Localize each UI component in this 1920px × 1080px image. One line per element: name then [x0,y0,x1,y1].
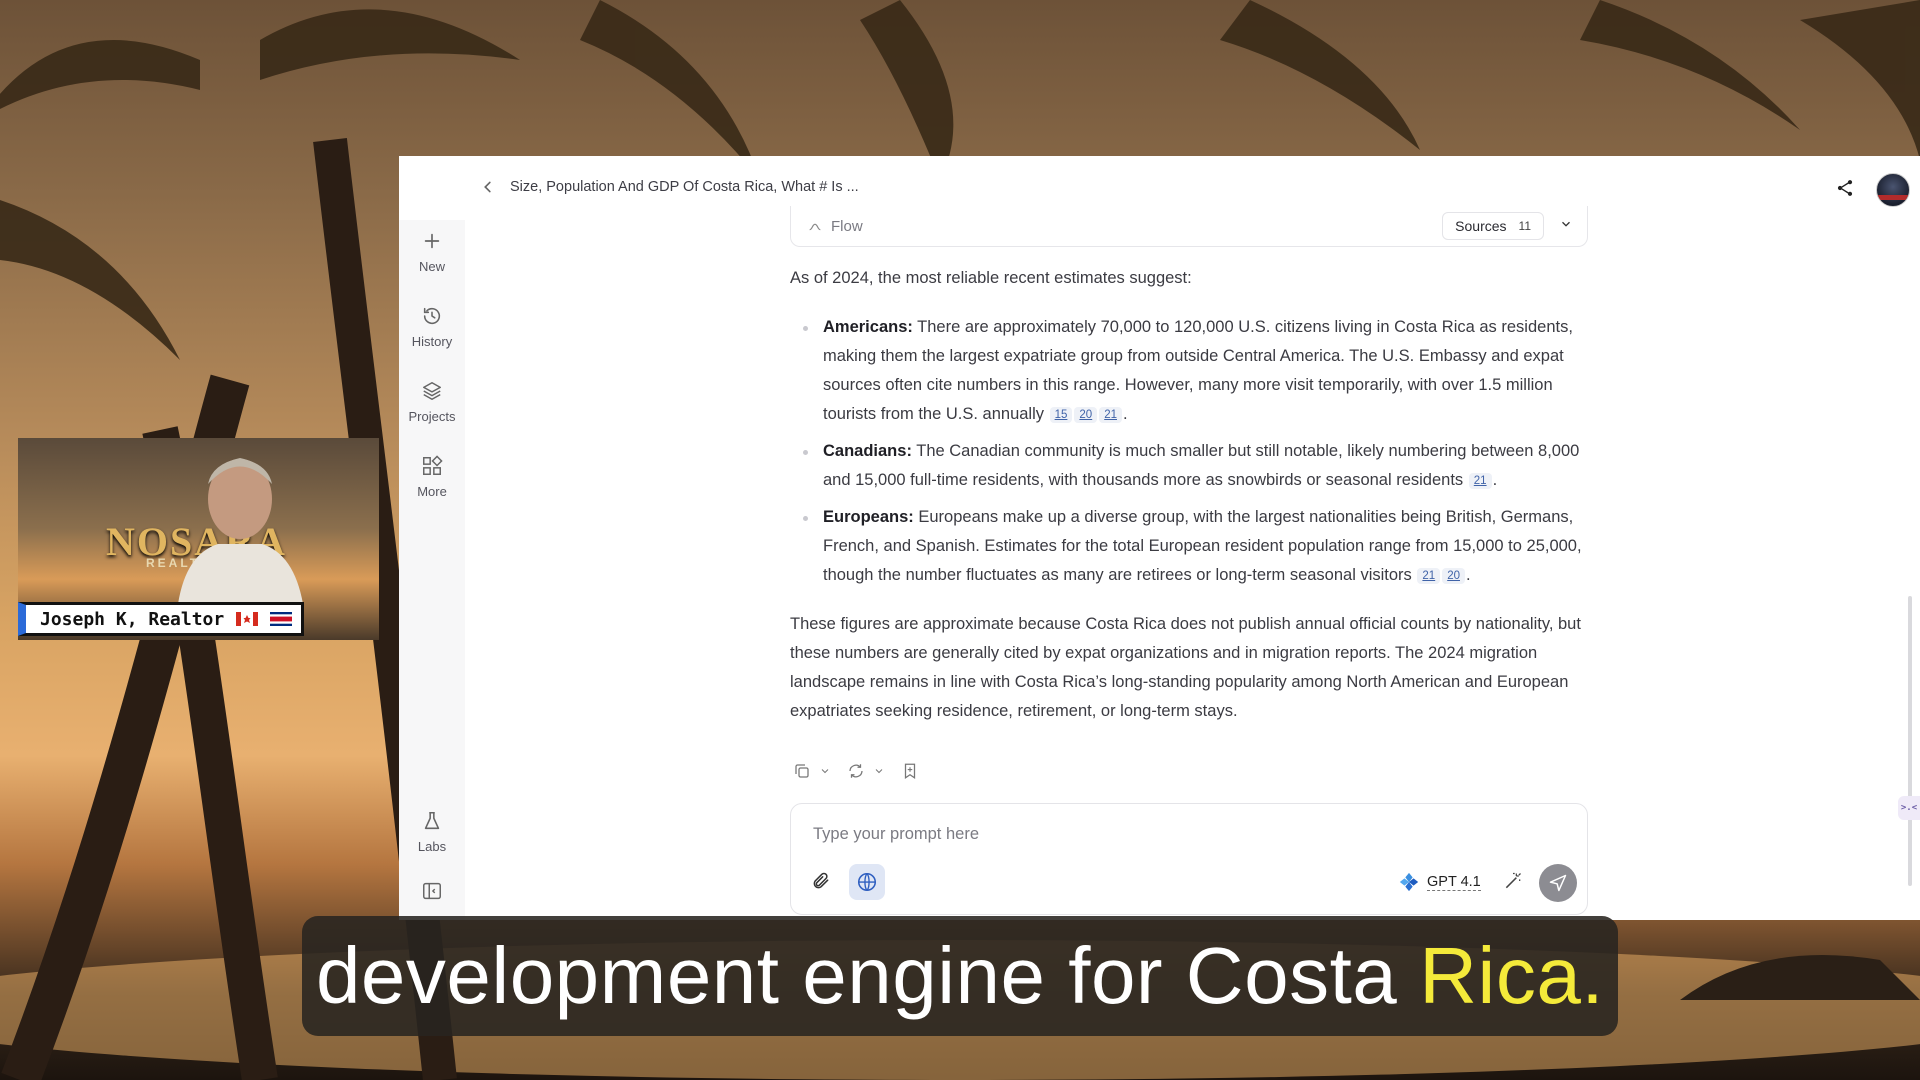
back-chevron-icon[interactable] [477,176,499,198]
bullet-text: The Canadian community is much smaller b… [823,442,1580,489]
caption-text: development engine for Costa [315,931,1398,1020]
presenter-webcam: NOSARA REALTY GROUP Joseph K, Realtor [18,438,379,640]
layers-icon [423,382,441,400]
presenter-figure [178,458,303,604]
presenter-name: Joseph K, Realtor [40,608,225,630]
chevron-down-icon[interactable] [1559,217,1573,231]
bullet-text: There are approximately 70,000 to 120,00… [823,318,1573,423]
share-icon[interactable] [1835,178,1855,198]
flow-label: Flow [831,218,863,235]
sources-count: 11 [1518,219,1531,233]
sources-button[interactable]: Sources 11 [1442,212,1544,240]
sidebar-item-labs[interactable]: Labs [399,810,465,856]
chevron-down-icon[interactable] [873,762,885,780]
left-sidebar: >.< New History Projects More Labs [399,156,465,920]
sidebar-item-new[interactable]: New [399,230,465,276]
sidebar-item-history[interactable]: History [399,305,465,351]
flow-icon [809,223,821,230]
magic-wand-icon[interactable] [1503,871,1523,891]
bookmark-icon[interactable] [901,762,919,780]
citation-link[interactable]: 20 [1074,407,1098,423]
list-item: Canadians: The Canadian community is muc… [803,437,1590,495]
citation-link[interactable]: 21 [1468,473,1492,489]
citation-link[interactable]: 21 [1099,407,1122,423]
list-item: Americans: There are approximately 70,00… [803,313,1590,429]
scrollbar[interactable] [1908,596,1912,886]
prompt-input[interactable] [811,824,1415,845]
user-avatar[interactable] [1876,173,1910,207]
answer-body: As of 2024, the most reliable recent est… [790,264,1590,726]
send-icon [1549,874,1567,892]
citation-link[interactable]: 15 [1049,407,1073,423]
sidebar-item-label: Projects [408,409,456,424]
sidebar-toggle-icon [423,882,441,900]
flask-icon [424,811,440,830]
prompt-box: GPT 4.1 [790,803,1588,915]
sidebar-item-label: More [417,484,447,499]
globe-icon [857,872,877,892]
answer-closing: These figures are approximate because Co… [790,615,1581,720]
copy-icon[interactable] [793,762,811,780]
costa-rica-flag-icon [270,612,293,626]
answer-header: Flow Sources 11 [790,206,1588,247]
model-icon [1399,872,1419,892]
sidebar-item-label: Labs [417,839,447,854]
answer-list: Americans: There are approximately 70,00… [790,313,1590,590]
sidebar-item-label: History [411,334,453,349]
list-item: Europeans: Europeans make up a diverse g… [803,503,1590,590]
paperclip-icon[interactable] [811,871,831,891]
conversation-title: Size, Population And GDP Of Costa Rica, … [510,179,859,195]
history-icon [423,307,441,325]
send-button[interactable] [1539,864,1577,902]
collapse-sidebar-button[interactable] [399,880,465,908]
sidebar-item-more[interactable]: More [399,455,465,501]
bullet-heading: Canadians: [823,442,912,460]
answer-intro: As of 2024, the most reliable recent est… [790,269,1192,287]
caption-highlight: Rica. [1419,931,1605,1020]
citation-link[interactable]: 20 [1442,568,1465,584]
plus-icon [424,233,440,249]
sidebar-item-label: New [418,259,445,274]
model-selector[interactable]: GPT 4.1 [1398,871,1481,893]
presenter-nameplate: Joseph K, Realtor [18,602,304,636]
chevron-down-icon[interactable] [819,762,831,780]
sidebar-item-projects[interactable]: Projects [399,380,465,426]
model-label: GPT 4.1 [1427,873,1481,891]
chat-app-window: >.< New History Projects More Labs Size,… [399,156,1920,920]
bullet-text: Europeans make up a diverse group, with … [823,508,1582,584]
canada-flag-icon [236,612,259,626]
apps-grid-icon [423,455,443,475]
assistant-edge-tab[interactable]: >.< [1898,796,1920,820]
bullet-heading: Americans: [823,318,913,336]
flow-tab[interactable]: Flow [807,218,863,235]
web-search-toggle[interactable] [849,864,885,900]
sources-label: Sources [1455,218,1507,234]
bullet-heading: Europeans: [823,508,914,526]
regenerate-icon[interactable] [847,762,865,780]
message-actions [793,762,919,780]
citation-link[interactable]: 21 [1417,568,1441,584]
video-caption: development engine for Costa Rica. [302,916,1618,1036]
